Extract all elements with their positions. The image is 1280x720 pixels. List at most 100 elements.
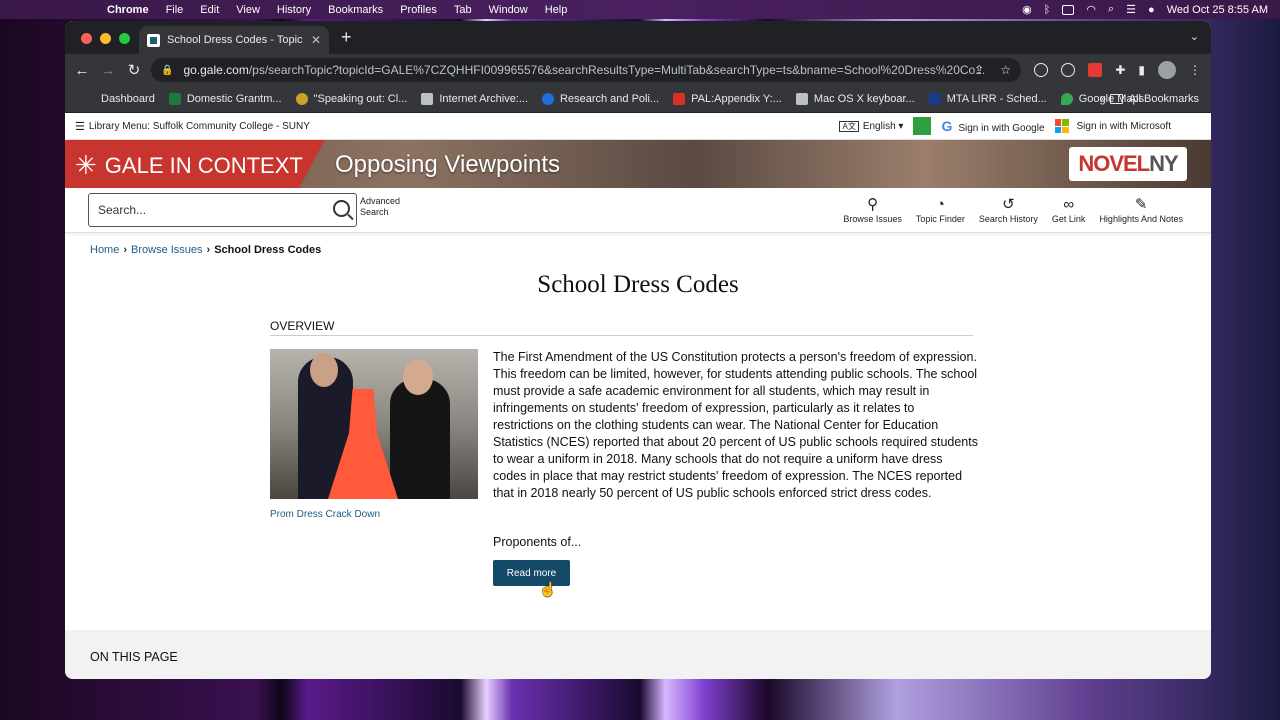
- highlighter-icon: ✎: [1134, 196, 1148, 213]
- url-path: /ps/searchTopic?topicId=GALE%7CZQHHFI009…: [248, 63, 986, 77]
- google-classroom-icon[interactable]: [913, 117, 932, 135]
- bookmark-item[interactable]: Research and Poli...: [542, 93, 659, 105]
- battery-icon[interactable]: [1062, 4, 1075, 15]
- address-bar[interactable]: 🔒 go.gale.com/ps/searchTopic?topicId=GAL…: [151, 58, 1021, 82]
- control-center-icon[interactable]: ☰: [1126, 3, 1136, 16]
- novel-text: NOVEL: [1078, 151, 1150, 176]
- close-tab-icon[interactable]: ✕: [311, 33, 321, 47]
- bookmark-item[interactable]: Mac OS X keyboar...: [795, 93, 915, 105]
- tab-search-chevron-icon[interactable]: ⌄: [1190, 30, 1199, 43]
- language-selector[interactable]: A文 English ▾: [839, 120, 903, 132]
- menubar-clock[interactable]: Wed Oct 25 8:55 AM: [1167, 4, 1268, 16]
- close-window-button[interactable]: [81, 33, 92, 44]
- bookmark-item[interactable]: PAL:Appendix Y:...: [673, 93, 782, 105]
- bookmark-label: Mac OS X keyboar...: [813, 93, 915, 105]
- library-bar: ☰ Library Menu: Suffolk Community Colleg…: [65, 113, 1211, 140]
- tool-search-history[interactable]: ↺ Search History: [979, 196, 1038, 224]
- image-figure: [390, 379, 450, 499]
- bookmark-item[interactable]: "Speaking out: Cl...: [295, 93, 407, 105]
- new-tab-button[interactable]: +: [341, 27, 352, 48]
- minimize-window-button[interactable]: [100, 33, 111, 44]
- image-caption-link[interactable]: Prom Dress Crack Down: [270, 509, 380, 520]
- library-menu[interactable]: Library Menu: Suffolk Community College …: [89, 121, 310, 132]
- extensions-puzzle-icon[interactable]: ✚: [1115, 63, 1125, 77]
- spotlight-icon[interactable]: ⌕: [1108, 3, 1114, 16]
- bookmark-label: Research and Poli...: [560, 93, 660, 105]
- folder-icon: [1109, 94, 1123, 104]
- menu-view[interactable]: View: [236, 4, 260, 16]
- tool-highlights-notes[interactable]: ✎ Highlights And Notes: [1099, 196, 1183, 224]
- siri-icon[interactable]: ●: [1148, 4, 1155, 16]
- gale-favicon-icon: [147, 33, 160, 47]
- link-icon: ∞: [1063, 196, 1075, 213]
- back-button[interactable]: ←: [69, 62, 95, 79]
- reload-button[interactable]: ↻: [121, 61, 147, 79]
- overview-excerpt: Proponents of...: [493, 535, 582, 549]
- bookmark-favicon-icon: [542, 93, 555, 105]
- record-icon[interactable]: ◉: [1022, 3, 1032, 16]
- novelny-logo[interactable]: NOVEL NY: [1069, 147, 1187, 181]
- search-placeholder: Search...: [98, 203, 147, 217]
- google-icon: G: [941, 118, 953, 134]
- menu-file[interactable]: File: [166, 4, 184, 16]
- bookmark-item[interactable]: MTA LIRR - Sched...: [928, 93, 1047, 105]
- tool-browse-issues[interactable]: ⚲ Browse Issues: [843, 196, 902, 224]
- bluetooth-icon[interactable]: ᛒ: [1044, 4, 1051, 16]
- bookmark-star-icon[interactable]: ☆: [1000, 63, 1011, 77]
- menu-profiles[interactable]: Profiles: [400, 4, 437, 16]
- menubar-app-name[interactable]: Chrome: [107, 4, 149, 16]
- search-icon[interactable]: [333, 200, 350, 217]
- search-input[interactable]: Search...: [88, 193, 357, 227]
- microsoft-signin-link[interactable]: Sign in with Microsoft: [1054, 119, 1171, 133]
- lock-icon[interactable]: 🔒: [161, 65, 173, 76]
- menu-help[interactable]: Help: [545, 4, 568, 16]
- gale-logo[interactable]: ✳ GALE IN CONTEXT: [75, 150, 303, 181]
- bookmark-item[interactable]: Dashboard: [83, 93, 155, 105]
- hero-banner: ✳ GALE IN CONTEXT Opposing Viewpoints NOV…: [65, 140, 1211, 188]
- extension-1-icon[interactable]: [1061, 63, 1076, 77]
- more-bookmarks-button[interactable]: »: [1100, 93, 1106, 105]
- side-panel-icon[interactable]: ▮: [1138, 63, 1145, 77]
- bookmark-item[interactable]: Internet Archive:...: [421, 93, 528, 105]
- on-this-page-heading: ON THIS PAGE: [90, 650, 178, 664]
- menu-window[interactable]: Window: [489, 4, 528, 16]
- bookmark-label: PAL:Appendix Y:...: [691, 93, 782, 105]
- breadcrumb-home[interactable]: Home: [90, 244, 119, 256]
- extension-red-icon[interactable]: [1088, 63, 1103, 77]
- read-more-button[interactable]: Read more: [493, 560, 570, 586]
- forward-button[interactable]: →: [95, 62, 121, 79]
- overview-text: The First Amendment of the US Constituti…: [493, 350, 978, 500]
- chrome-menu-icon[interactable]: ⋮: [1189, 63, 1201, 77]
- zoom-window-button[interactable]: [119, 33, 130, 44]
- brand-name: GALE IN CONTEXT: [104, 152, 303, 178]
- advanced-search-link[interactable]: Advanced Search: [360, 196, 400, 218]
- wifi-icon[interactable]: ◠: [1086, 3, 1096, 16]
- menu-history[interactable]: History: [277, 4, 311, 16]
- tool-label: Get Link: [1051, 214, 1086, 224]
- share-icon[interactable]: ⇪: [974, 63, 984, 77]
- lightbulb-icon: ⚲: [867, 196, 879, 213]
- hand-pointer-icon: ☝: [539, 581, 557, 597]
- menu-edit[interactable]: Edit: [200, 4, 219, 16]
- google-signin-link[interactable]: G Sign in with Google: [941, 118, 1044, 134]
- active-tab[interactable]: School Dress Codes - Topic - ✕: [139, 26, 329, 54]
- menu-bookmarks[interactable]: Bookmarks: [328, 4, 383, 16]
- google-signin-label: Sign in with Google: [958, 123, 1045, 134]
- menu-tab[interactable]: Tab: [454, 4, 472, 16]
- extension-lightbulb-icon[interactable]: [1034, 63, 1049, 77]
- hamburger-icon[interactable]: ☰: [75, 120, 85, 133]
- bookmarks-bar: Dashboard Domestic Grantm... "Speaking o…: [65, 86, 1211, 113]
- breadcrumb-browse-issues[interactable]: Browse Issues: [131, 244, 203, 256]
- microsoft-icon: [1054, 119, 1069, 133]
- tool-get-link[interactable]: ∞ Get Link: [1052, 196, 1086, 224]
- tool-label: Search History: [978, 214, 1038, 224]
- browser-toolbar: ← → ↻ 🔒 go.gale.com/ps/searchTopic?topic…: [65, 54, 1211, 86]
- mac-menubar: Chrome File Edit View History Bookmarks …: [0, 0, 1280, 19]
- bookmark-item[interactable]: Domestic Grantm...: [168, 93, 282, 105]
- topic-image[interactable]: [270, 349, 478, 499]
- all-bookmarks-button[interactable]: All Bookmarks: [1109, 93, 1199, 105]
- profile-avatar[interactable]: [1158, 61, 1176, 79]
- tool-topic-finder[interactable]: ◔ Topic Finder: [916, 196, 965, 224]
- image-figure: [403, 359, 433, 395]
- browser-window: School Dress Codes - Topic - ✕ + ⌄ ← → ↻…: [65, 21, 1211, 679]
